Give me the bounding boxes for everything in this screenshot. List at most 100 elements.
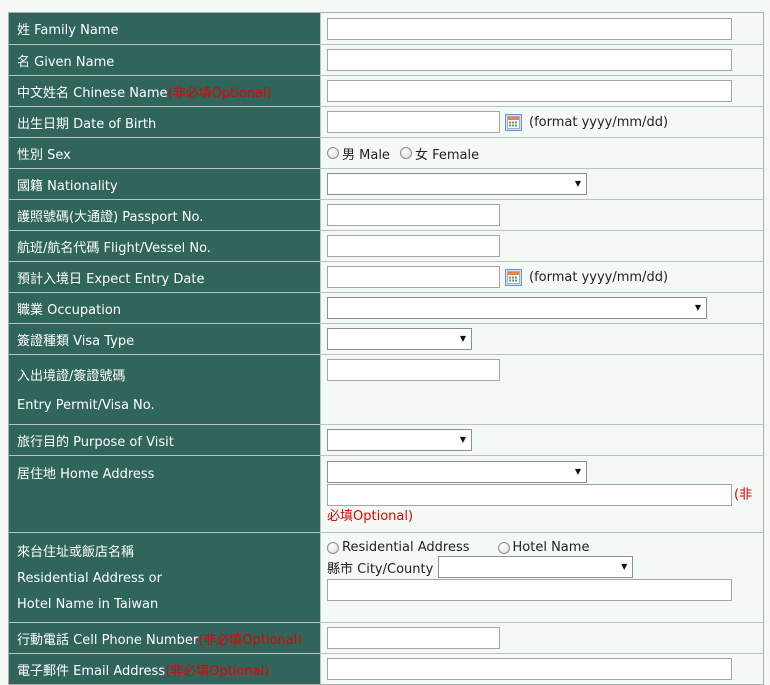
purpose-select[interactable]: ▼ (327, 429, 472, 451)
sex-female-option: 女 Female (399, 144, 480, 163)
form-row-purpose: 旅行目的 Purpose of Visit ▼ (9, 424, 763, 455)
calendar-icon[interactable] (505, 113, 522, 131)
flight-label-text: 航班/航名代碼 Flight/Vessel No. (17, 240, 211, 256)
nationality-label-text: 國籍 Nationality (17, 178, 118, 194)
form-row-visa-type: 簽證種類 Visa Type ▼ (9, 323, 763, 354)
entry-date-label: 預計入境日 Expect Entry Date (9, 262, 321, 292)
home-address-country-select[interactable]: ▼ (327, 461, 587, 483)
entry-date-cell: (format yyyy/mm/dd) (321, 262, 763, 292)
sex-female-label: 女 Female (414, 147, 480, 163)
chinese-name-label: 中文姓名 Chinese Name(非必填Optional) (9, 76, 321, 106)
residential-address-radio[interactable] (327, 541, 339, 554)
city-county-select[interactable]: ▼ (438, 556, 634, 578)
nationality-cell: ▼ (321, 169, 763, 199)
form-row-taiwan-address: 來台住址或飯店名稱 Residential Address or Hotel N… (9, 532, 763, 622)
chinese-name-label-text: 中文姓名 Chinese Name(非必填Optional) (17, 85, 272, 101)
email-label-text: 電子郵件 Email Address(非必填Optional) (17, 663, 270, 679)
form-row-cell-phone: 行動電話 Cell Phone Number(非必填Optional) (9, 622, 763, 653)
form-row-given-name: 名 Given Name (9, 44, 763, 75)
family-name-cell (321, 13, 763, 44)
passport-input[interactable] (327, 204, 500, 226)
cell-phone-optional-note: (非必填Optional) (198, 632, 303, 648)
hotel-name-radio[interactable] (497, 541, 510, 554)
email-cell (321, 654, 763, 684)
purpose-cell: ▼ (321, 425, 763, 455)
home-address-label-text: 居住地 Home Address (17, 467, 155, 482)
home-address-detail-input[interactable] (327, 484, 732, 506)
sex-female-radio[interactable] (399, 147, 412, 159)
residential-address-option: Residential Address (327, 540, 470, 555)
cell-phone-input[interactable] (327, 627, 500, 649)
taiwan-address-label: 來台住址或飯店名稱 Residential Address or Hotel N… (9, 533, 321, 622)
occupation-label-text: 職業 Occupation (17, 302, 122, 318)
passport-label: 護照號碼(大通證) Passport No. (9, 200, 321, 230)
taiwan-address-detail-input[interactable] (327, 579, 732, 601)
family-name-label: 姓 Family Name (9, 13, 321, 44)
form-row-flight: 航班/航名代碼 Flight/Vessel No. (9, 230, 763, 261)
passport-label-text: 護照號碼(大通證) Passport No. (17, 209, 204, 225)
birth-date-format-hint: (format yyyy/mm/dd) (529, 114, 669, 130)
nationality-select[interactable]: ▼ (327, 173, 587, 195)
email-optional-note: (非必填Optional) (165, 663, 270, 679)
given-name-label: 名 Given Name (9, 45, 321, 75)
sex-male-radio[interactable] (327, 147, 339, 159)
taiwan-address-cell: Residential Address Hotel Name 縣市 City/C… (321, 533, 763, 622)
email-input[interactable] (327, 658, 732, 680)
form-row-birth-date: 出生日期 Date of Birth (format yyyy/mm/dd) (9, 106, 763, 137)
sex-male-label: 男 Male (342, 147, 390, 163)
family-name-input[interactable] (327, 17, 732, 40)
hotel-name-option: Hotel Name (497, 540, 590, 555)
form-row-sex: 性別 Sex 男 Male 女 Female (9, 137, 763, 168)
chinese-name-optional-note: (非必填Optional) (167, 85, 272, 101)
purpose-label-text: 旅行目的 Purpose of Visit (17, 434, 174, 450)
purpose-label: 旅行目的 Purpose of Visit (9, 425, 321, 455)
chinese-name-input[interactable] (327, 80, 732, 102)
city-county-label: 縣市 City/County (327, 561, 434, 577)
flight-label: 航班/航名代碼 Flight/Vessel No. (9, 231, 321, 261)
flight-cell (321, 231, 763, 261)
birth-date-label-text: 出生日期 Date of Birth (17, 116, 157, 132)
dropdown-arrow-icon: ▼ (621, 562, 628, 571)
birth-date-input[interactable] (327, 111, 500, 133)
taiwan-address-label-text: 來台住址或飯店名稱 Residential Address or Hotel N… (17, 545, 162, 612)
dropdown-arrow-icon: ▼ (459, 334, 466, 343)
visa-type-cell: ▼ (321, 324, 763, 354)
entry-permit-input[interactable] (327, 359, 500, 381)
sex-label: 性別 Sex (9, 138, 321, 168)
birth-date-cell: (format yyyy/mm/dd) (321, 107, 763, 137)
birth-date-label: 出生日期 Date of Birth (9, 107, 321, 137)
arrival-card-form: 姓 Family Name 名 Given Name 中文姓名 Chinese … (8, 12, 764, 685)
entry-permit-label: 入出境證/簽證號碼 Entry Permit/Visa No. (9, 355, 321, 424)
entry-date-input[interactable] (327, 266, 500, 288)
dropdown-arrow-icon: ▼ (694, 303, 701, 312)
cell-phone-label: 行動電話 Cell Phone Number(非必填Optional) (9, 623, 321, 653)
nationality-label: 國籍 Nationality (9, 169, 321, 199)
home-address-label: 居住地 Home Address (9, 456, 321, 532)
dropdown-arrow-icon: ▼ (574, 467, 581, 476)
form-row-passport: 護照號碼(大通證) Passport No. (9, 199, 763, 230)
form-row-nationality: 國籍 Nationality ▼ (9, 168, 763, 199)
form-row-occupation: 職業 Occupation ▼ (9, 292, 763, 323)
chinese-name-cell (321, 76, 763, 106)
form-row-entry-date: 預計入境日 Expect Entry Date (format yyyy/mm/… (9, 261, 763, 292)
form-row-entry-permit: 入出境證/簽證號碼 Entry Permit/Visa No. (9, 354, 763, 424)
given-name-label-text: 名 Given Name (17, 54, 115, 70)
email-label: 電子郵件 Email Address(非必填Optional) (9, 654, 321, 684)
occupation-select[interactable]: ▼ (327, 297, 707, 319)
visa-type-select[interactable]: ▼ (327, 328, 472, 350)
form-row-family-name: 姓 Family Name (9, 13, 763, 44)
form-row-chinese-name: 中文姓名 Chinese Name(非必填Optional) (9, 75, 763, 106)
occupation-label: 職業 Occupation (9, 293, 321, 323)
hotel-name-radio-label: Hotel Name (512, 540, 590, 555)
calendar-icon[interactable] (505, 268, 522, 286)
flight-input[interactable] (327, 235, 500, 257)
cell-phone-cell (321, 623, 763, 653)
visa-type-label: 簽證種類 Visa Type (9, 324, 321, 354)
entry-date-label-text: 預計入境日 Expect Entry Date (17, 271, 205, 287)
sex-label-text: 性別 Sex (17, 147, 71, 163)
dropdown-arrow-icon: ▼ (574, 179, 581, 188)
given-name-input[interactable] (327, 49, 732, 71)
given-name-cell (321, 45, 763, 75)
dropdown-arrow-icon: ▼ (459, 435, 466, 444)
entry-date-format-hint: (format yyyy/mm/dd) (529, 269, 669, 285)
